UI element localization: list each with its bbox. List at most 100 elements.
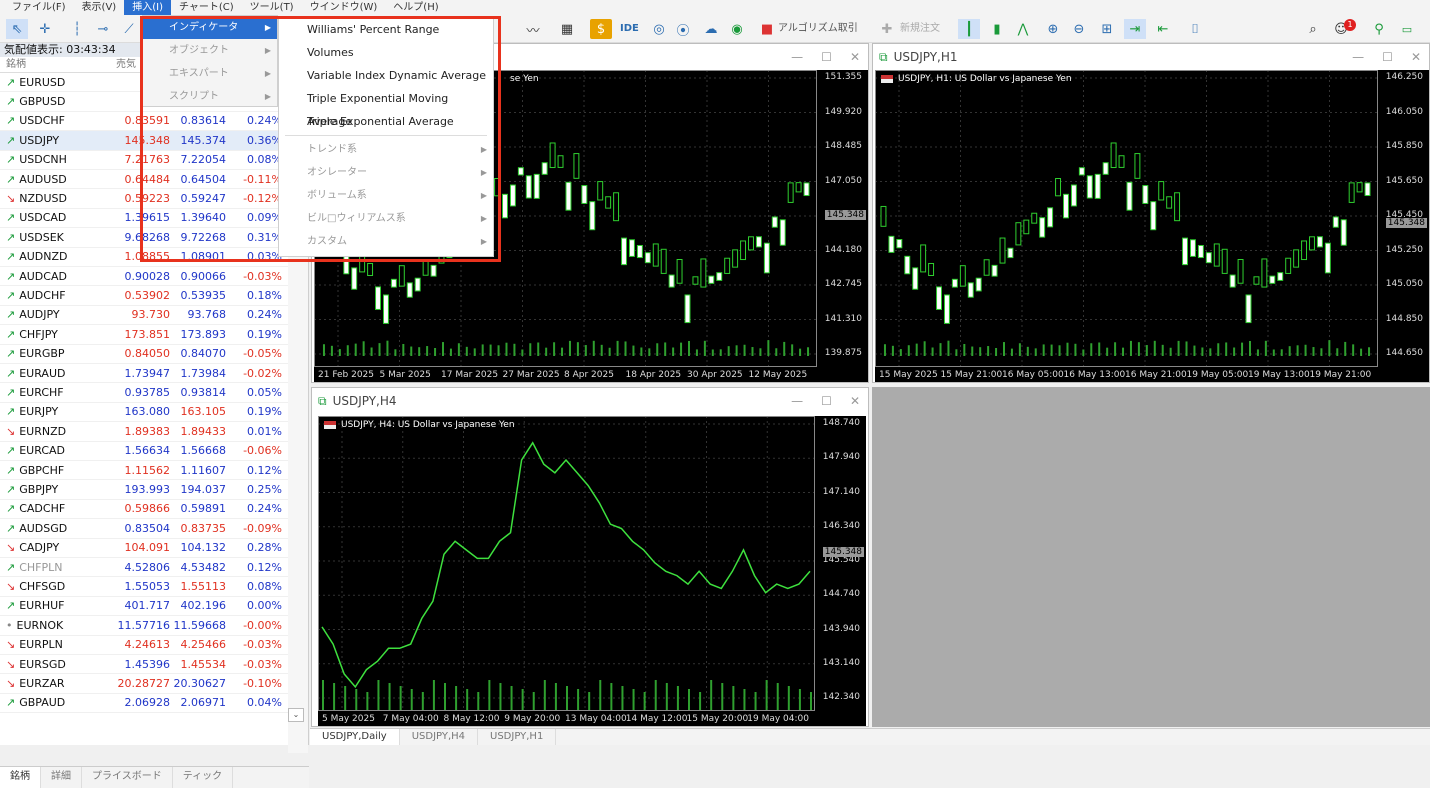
table-row[interactable]: ↗ USDJPY 145.348 145.374 0.36% <box>0 131 288 151</box>
table-row[interactable]: ↗ GBPJPY 193.993 194.037 0.25% <box>0 480 288 500</box>
table-row[interactable]: ↗ AUDNZD 1.08855 1.08901 0.03% <box>0 248 288 267</box>
table-row[interactable]: ↘ EURPLN 4.24613 4.25466 -0.03% <box>0 636 288 655</box>
horizontal-line-icon[interactable]: ⊸ <box>92 19 114 39</box>
indicator-item-4[interactable]: Triple Exponential Average <box>279 110 493 133</box>
insert-menu-item-3[interactable]: スクリプト ▶ <box>143 85 277 108</box>
indicator-group-0[interactable]: トレンド系 ▶ <box>279 138 493 161</box>
menu-item-2[interactable]: 挿入(I) <box>124 0 171 15</box>
menu-item-4[interactable]: ツール(T) <box>242 0 302 15</box>
close-icon[interactable]: ✕ <box>1411 50 1421 64</box>
maximize-icon[interactable]: ☐ <box>821 394 832 408</box>
table-row[interactable]: ↘ EURZAR 20.28727 20.30627 -0.10% <box>0 674 288 694</box>
table-row[interactable]: ↗ AUDJPY 93.730 93.768 0.24% <box>0 306 288 326</box>
indicator-item-0[interactable]: Williams' Percent Range <box>279 18 493 41</box>
table-row[interactable]: ↘ NZDUSD 0.59223 0.59247 -0.12% <box>0 189 288 209</box>
candles-icon[interactable]: ▮ <box>986 19 1008 39</box>
trendline-icon[interactable]: ⟋ <box>118 19 140 39</box>
broadcast-icon[interactable]: ⦿ <box>672 19 694 39</box>
search-icon[interactable]: ⌕ <box>1302 19 1324 39</box>
crosshair-icon[interactable]: ✛ <box>34 19 56 39</box>
menu-item-5[interactable]: ウインドウ(W) <box>302 0 386 15</box>
chart-window-h1[interactable]: ⧉ USDJPY,H1 — ☐ ✕ USDJPY, H1: US Dollar v… <box>872 43 1430 383</box>
bar-chart-icon[interactable]: ┃ <box>958 19 980 39</box>
close-icon[interactable]: ✕ <box>850 394 860 408</box>
zoom-in-icon[interactable]: ⊕ <box>1042 19 1064 39</box>
table-row[interactable]: ↗ EURAUD 1.73947 1.73984 -0.02% <box>0 364 288 384</box>
vps-icon[interactable]: ◉ <box>726 19 748 39</box>
scroll-down-icon[interactable]: ⌄ <box>288 708 304 722</box>
indicator-group-4[interactable]: カスタム ▶ <box>279 230 493 253</box>
table-row[interactable]: ↗ EURHUF 401.717 402.196 0.00% <box>0 597 288 617</box>
algo-trading-icon[interactable]: ■ <box>756 19 778 39</box>
screenshot-icon[interactable]: ⌷ <box>1184 19 1206 39</box>
maximize-icon[interactable]: ☐ <box>821 50 832 64</box>
table-row[interactable]: ↘ EURNZD 1.89383 1.89433 0.01% <box>0 422 288 442</box>
close-icon[interactable]: ✕ <box>850 50 860 64</box>
indicator-item-1[interactable]: Volumes <box>279 41 493 64</box>
table-row[interactable]: ↗ AUDUSD 0.64484 0.64504 -0.11% <box>0 170 288 190</box>
new-order-icon[interactable]: ✚ <box>876 19 898 39</box>
table-row[interactable]: ↗ AUDCAD 0.90028 0.90066 -0.03% <box>0 267 288 287</box>
menu-item-3[interactable]: チャート(C) <box>171 0 242 15</box>
insert-menu-item-0[interactable]: インディケータ ▶ <box>143 16 277 39</box>
table-row[interactable]: ↗ AUDCHF 0.53902 0.53935 0.18% <box>0 286 288 306</box>
minimize-icon[interactable]: — <box>1352 50 1364 64</box>
table-row[interactable]: ↗ CHFPLN 4.52806 4.53482 0.12% <box>0 558 288 578</box>
indicator-group-1[interactable]: オシレーター ▶ <box>279 161 493 184</box>
table-row[interactable]: ↗ USDCNH 7.21763 7.22054 0.08% <box>0 151 288 170</box>
chart-window-h4[interactable]: ⧉ USDJPY,H4 — ☐ ✕ USDJPY, H4: US Dollar v… <box>311 387 869 727</box>
table-row[interactable]: ↗ USDCAD 1.39615 1.39640 0.09% <box>0 209 288 229</box>
vertical-line-icon[interactable]: ┆ <box>66 19 88 39</box>
chart-h4[interactable]: USDJPY, H4: US Dollar vs Japanese Yen 14… <box>318 416 866 726</box>
table-row[interactable]: ↗ GBPCHF 1.11562 1.11607 0.12% <box>0 461 288 481</box>
timeframe-icon[interactable]: ▦ <box>556 19 578 39</box>
indicator-item-2[interactable]: Variable Index Dynamic Average <box>279 64 493 87</box>
cloud-icon[interactable]: ☁ <box>700 19 722 39</box>
table-row[interactable]: ↘ CADJPY 104.091 104.132 0.28% <box>0 539 288 558</box>
signal-icon[interactable]: ◎ <box>648 19 670 39</box>
indicator-group-3[interactable]: ビル□ウィリアムス系 ▶ <box>279 207 493 230</box>
menu-item-0[interactable]: ファイル(F) <box>4 0 74 15</box>
chart-h1[interactable]: USDJPY, H1: US Dollar vs Japanese Yen 14… <box>875 70 1429 382</box>
minimize-icon[interactable]: — <box>791 394 803 408</box>
market-tab-2[interactable]: プライスボード <box>82 767 173 788</box>
table-row[interactable]: • EURNOK 11.57716 11.59668 -0.00% <box>0 616 288 636</box>
cursor-icon[interactable]: ⇖ <box>6 19 28 39</box>
maximize-icon[interactable]: ☐ <box>1382 50 1393 64</box>
table-row[interactable]: ↗ EURCHF 0.93785 0.93814 0.05% <box>0 383 288 403</box>
insert-menu-item-2[interactable]: エキスパート ▶ <box>143 62 277 85</box>
chart-type-icon[interactable]: 〰 <box>522 19 544 39</box>
table-row[interactable]: ↗ CADCHF 0.59866 0.59891 0.24% <box>0 500 288 520</box>
table-row[interactable]: ↗ USDSEK 9.68268 9.72268 0.31% <box>0 228 288 248</box>
market-tab-1[interactable]: 詳細 <box>41 767 82 788</box>
symbol-column-header[interactable]: 銘柄 <box>0 57 116 72</box>
market-tab-0[interactable]: 銘柄 <box>0 767 41 788</box>
insert-menu-item-1[interactable]: オブジェクト ▶ <box>143 39 277 62</box>
ide-button[interactable]: IDE <box>620 19 639 39</box>
zoom-out-icon[interactable]: ⊖ <box>1068 19 1090 39</box>
minimize-icon[interactable]: — <box>791 50 803 64</box>
table-row[interactable]: ↗ AUDSGD 0.83504 0.83735 -0.09% <box>0 519 288 539</box>
indicator-item-3[interactable]: Triple Exponential Moving Average <box>279 87 493 128</box>
table-row[interactable]: ↗ EURGBP 0.84050 0.84070 -0.05% <box>0 345 288 364</box>
table-row[interactable]: ↗ CHFJPY 173.851 173.893 0.19% <box>0 325 288 345</box>
autoscroll-icon[interactable]: ⇥ <box>1124 19 1146 39</box>
tile-windows-icon[interactable]: ⊞ <box>1096 19 1118 39</box>
chart-tab-0[interactable]: USDJPY,Daily <box>310 729 400 745</box>
indicator-group-2[interactable]: ボリューム系 ▶ <box>279 184 493 207</box>
table-row[interactable]: ↘ CHFSGD 1.55053 1.55113 0.08% <box>0 577 288 597</box>
dollar-icon[interactable]: $ <box>590 19 612 39</box>
menu-item-6[interactable]: ヘルプ(H) <box>385 0 446 15</box>
line-chart-icon[interactable]: ⋀ <box>1012 19 1034 39</box>
menu-item-1[interactable]: 表示(V) <box>74 0 125 15</box>
chart-shift-icon[interactable]: ⇤ <box>1152 19 1174 39</box>
table-row[interactable]: ↗ GBPAUD 2.06928 2.06971 0.04% <box>0 694 288 714</box>
new-order-button[interactable]: 新規注文 <box>900 19 940 39</box>
table-row[interactable]: ↗ EURCAD 1.56634 1.56668 -0.06% <box>0 442 288 461</box>
table-row[interactable]: ↘ EURSGD 1.45396 1.45534 -0.03% <box>0 655 288 675</box>
chart-tab-1[interactable]: USDJPY,H4 <box>400 729 479 745</box>
algo-trading-button[interactable]: アルゴリズム取引 <box>778 19 858 39</box>
market-tab-3[interactable]: ティック <box>173 767 234 788</box>
table-row[interactable]: ↗ USDCHF 0.83591 0.83614 0.24% <box>0 112 288 132</box>
table-row[interactable]: ↗ EURJPY 163.080 163.105 0.19% <box>0 403 288 423</box>
